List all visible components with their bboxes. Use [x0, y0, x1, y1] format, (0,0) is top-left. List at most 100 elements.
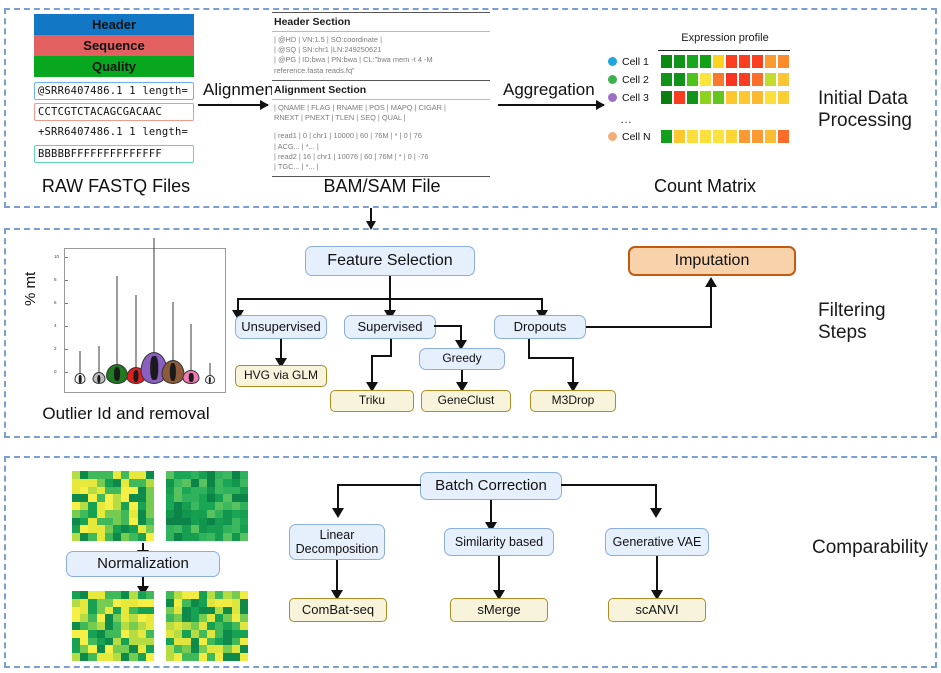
node-geneclust[interactable]: GeneClust: [421, 390, 511, 412]
heatmap-cell: [104, 533, 113, 541]
heatmap-cell: [223, 629, 232, 638]
heatmap-cell: [112, 598, 122, 607]
heatmap-cell: [190, 502, 199, 510]
node-imputation[interactable]: Imputation: [628, 246, 796, 276]
bam-alignment-columns: | QNAME | FLAG | RNAME | POS | MAPQ | CI…: [274, 102, 446, 123]
heatmap-cell: [174, 525, 183, 534]
node-dropouts[interactable]: Dropouts: [494, 315, 586, 339]
heatmap-cell: [121, 525, 130, 534]
heatmap-cell: [190, 598, 199, 607]
heatmap-cell: [145, 645, 154, 654]
node-feature-selection[interactable]: Feature Selection: [305, 246, 475, 276]
node-smerge[interactable]: sMerge: [450, 598, 548, 622]
heatmap-cell: [231, 525, 240, 534]
node-triku[interactable]: Triku: [330, 390, 414, 412]
node-m3drop[interactable]: M3Drop: [530, 390, 616, 412]
heatmap-cell: [96, 606, 105, 615]
heatmap-cell: [121, 637, 130, 646]
heatmap-cell: [190, 533, 199, 541]
heatmap-cell: [190, 614, 199, 623]
fastq-line-header: @SRR6407486.1 1 length=: [34, 82, 194, 100]
heatmap-cell: [112, 629, 122, 638]
node-combat-seq[interactable]: ComBat-seq: [289, 598, 387, 622]
heatmap-cell: [96, 645, 105, 654]
heatmap-cell: [166, 502, 175, 510]
node-hvg-via-glm[interactable]: HVG via GLM: [235, 365, 327, 387]
heatmap-cell: [182, 533, 191, 541]
heatmap-cell: [129, 653, 138, 661]
heatmap-cell: [80, 637, 89, 646]
aggregation-arrow-label: Aggregation: [503, 80, 595, 99]
heatmap-cell: [198, 486, 207, 495]
heatmap-cell: [145, 525, 154, 534]
cell-label-3: Cell 3: [622, 91, 649, 104]
heatmap-cell: [104, 486, 113, 495]
heatmap-cell: [104, 494, 113, 503]
heatmap-cell: [174, 533, 183, 541]
expression-heat-row-2: [660, 72, 790, 87]
connector-drop-m3drop: [572, 357, 575, 385]
node-unsupervised[interactable]: Unsupervised: [235, 315, 327, 339]
heatmap-cell: [174, 494, 183, 503]
node-greedy[interactable]: Greedy: [419, 348, 505, 370]
expression-cell-r4-c6: [725, 129, 738, 144]
heatmap-cell: [96, 471, 105, 479]
node-supervised[interactable]: Supervised: [344, 315, 436, 339]
expression-cell-r4-c2: [673, 129, 686, 144]
heatmap-cell: [239, 471, 248, 479]
heatmap-cell: [88, 653, 97, 661]
heatmap-cell: [231, 509, 240, 518]
fastq-band-sequence: Sequence: [34, 35, 194, 56]
cell-dot-2: [608, 75, 617, 84]
connector-batch-right-h: [561, 484, 657, 487]
heatmap-cell: [182, 606, 191, 615]
heatmap-cell: [88, 509, 97, 518]
heatmap-cell: [72, 598, 81, 607]
violin-plot: % mt 10 8 6 4 2 0: [22, 238, 226, 396]
heatmap-cell: [239, 598, 248, 607]
node-similarity-based[interactable]: Similarity based: [444, 528, 554, 556]
heatmap-cell: [166, 471, 175, 479]
bam-sam-card: Header Section | @HD | VN:1.5 | SO:coord…: [272, 12, 490, 178]
heatmap-cell: [104, 606, 113, 615]
heatmap-cell: [96, 629, 105, 638]
heatmap-cell: [137, 486, 146, 495]
heatmap-cell: [174, 645, 183, 654]
heatmap-cell: [231, 629, 240, 638]
node-linear-decomposition[interactable]: Linear Decomposition: [289, 524, 385, 560]
heatmap-cell: [182, 591, 191, 599]
heatmap-cell: [239, 517, 248, 526]
heatmap-cell: [198, 517, 207, 526]
expression-cell-r4-c5: [712, 129, 725, 144]
heatmap-cell: [190, 509, 199, 518]
expression-cell-r3-c8: [751, 90, 764, 105]
heatmap-cell: [223, 517, 232, 526]
heatmap-cell: [129, 471, 138, 479]
caption-outlier-removal: Outlier Id and removal: [42, 404, 210, 423]
heatmap-cell: [96, 525, 105, 534]
node-batch-correction[interactable]: Batch Correction: [420, 472, 562, 500]
expression-profile-title: Expression profile: [681, 32, 769, 44]
expression-cell-r2-c3: [686, 72, 699, 87]
heatmap-cell: [182, 622, 191, 630]
heatmap-cell: [223, 494, 232, 503]
heatmap-cell: [182, 598, 191, 607]
heatmap-cell: [239, 486, 248, 495]
heatmap-cell: [190, 591, 199, 599]
node-normalization[interactable]: Normalization: [66, 551, 220, 577]
heatmap-cell: [104, 509, 113, 518]
expression-cell-r3-c10: [777, 90, 790, 105]
node-scanvi[interactable]: scANVI: [608, 598, 706, 622]
heatmap-cell: [80, 591, 89, 599]
expression-cell-r1-c2: [673, 54, 686, 69]
heatmap-cell: [112, 606, 122, 615]
heatmap-cell: [72, 478, 81, 487]
expression-cell-r4-c10: [777, 129, 790, 144]
violin-ytick-10: 10: [54, 254, 60, 259]
heatmap-cell: [231, 478, 240, 487]
connector-drop-imputation-h: [586, 326, 712, 329]
heatmap-cell: [72, 614, 81, 623]
heatmap-cell: [215, 591, 224, 599]
heatmap-cell: [72, 533, 81, 541]
node-generative-vae[interactable]: Generative VAE: [605, 528, 709, 556]
